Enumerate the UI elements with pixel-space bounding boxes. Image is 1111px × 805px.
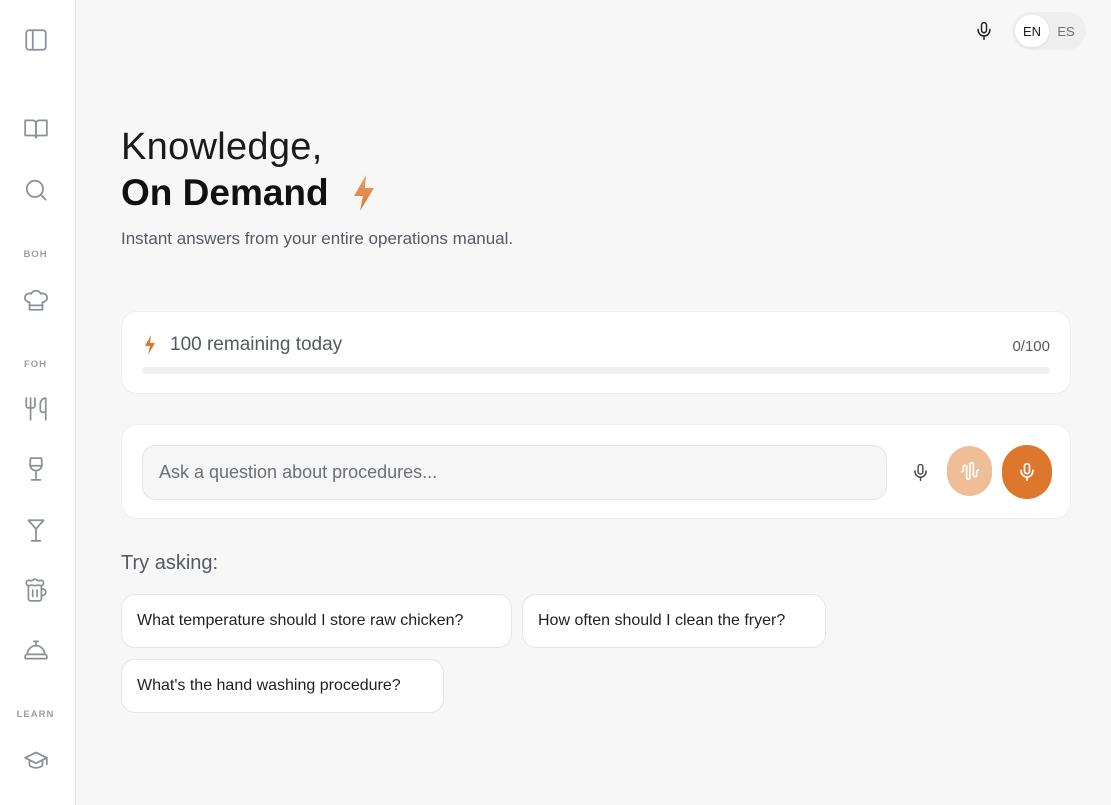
section-label-learn: LEARN [16, 709, 55, 720]
question-input[interactable] [142, 445, 887, 500]
suggestion-chip[interactable]: What temperature should I store raw chic… [121, 594, 512, 648]
usage-label-row: 100 remaining today [144, 334, 342, 356]
ask-card [121, 424, 1071, 519]
hero-title-line1: Knowledge, [121, 126, 323, 168]
app-root: BOH FOH LEARN EN ES Knowledge, On Demand… [0, 0, 1111, 805]
hero-title-line2-row: On Demand [121, 172, 377, 214]
wine-glass-icon[interactable] [20, 453, 52, 485]
hero-subtitle: Instant answers from your entire operati… [121, 229, 514, 248]
chef-hat-icon[interactable] [20, 284, 52, 316]
usage-count: 0/100 [1012, 338, 1050, 355]
section-label-boh: BOH [23, 249, 48, 260]
usage-progress-bar [142, 367, 1050, 374]
usage-card: 100 remaining today 0/100 [121, 311, 1071, 394]
dictate-button[interactable] [906, 458, 934, 486]
hero-title-line2: On Demand [121, 172, 329, 213]
language-toggle: EN ES [1012, 12, 1086, 50]
utensils-icon[interactable] [20, 393, 52, 425]
voice-mode-button[interactable] [947, 446, 992, 496]
microphone-icon [977, 21, 991, 41]
voice-record-button[interactable] [1002, 445, 1052, 499]
audio-wave-icon [960, 461, 979, 481]
lightning-bolt-icon [145, 335, 155, 355]
header-mic-button[interactable] [970, 17, 998, 45]
language-option-es[interactable]: ES [1049, 15, 1083, 47]
usage-remaining-text: 100 remaining today [170, 334, 343, 355]
lightning-bolt-icon [353, 175, 374, 211]
sidebar: BOH FOH LEARN [0, 0, 76, 805]
microphone-icon [913, 463, 927, 481]
suggestion-chip[interactable]: How often should I clean the fryer? [522, 594, 826, 648]
graduation-cap-icon[interactable] [20, 744, 52, 776]
book-icon[interactable] [20, 113, 52, 145]
search-icon[interactable] [20, 174, 52, 206]
service-bell-icon[interactable] [20, 634, 52, 666]
martini-icon[interactable] [20, 514, 52, 546]
microphone-icon [1020, 462, 1034, 482]
beer-mug-icon[interactable] [20, 574, 52, 606]
suggestion-chip[interactable]: What's the hand washing procedure? [121, 659, 444, 713]
section-label-foh: FOH [23, 359, 48, 370]
sidebar-toggle-icon[interactable] [20, 24, 52, 56]
suggestions-label: Try asking: [121, 552, 219, 574]
language-option-en[interactable]: EN [1015, 15, 1049, 47]
